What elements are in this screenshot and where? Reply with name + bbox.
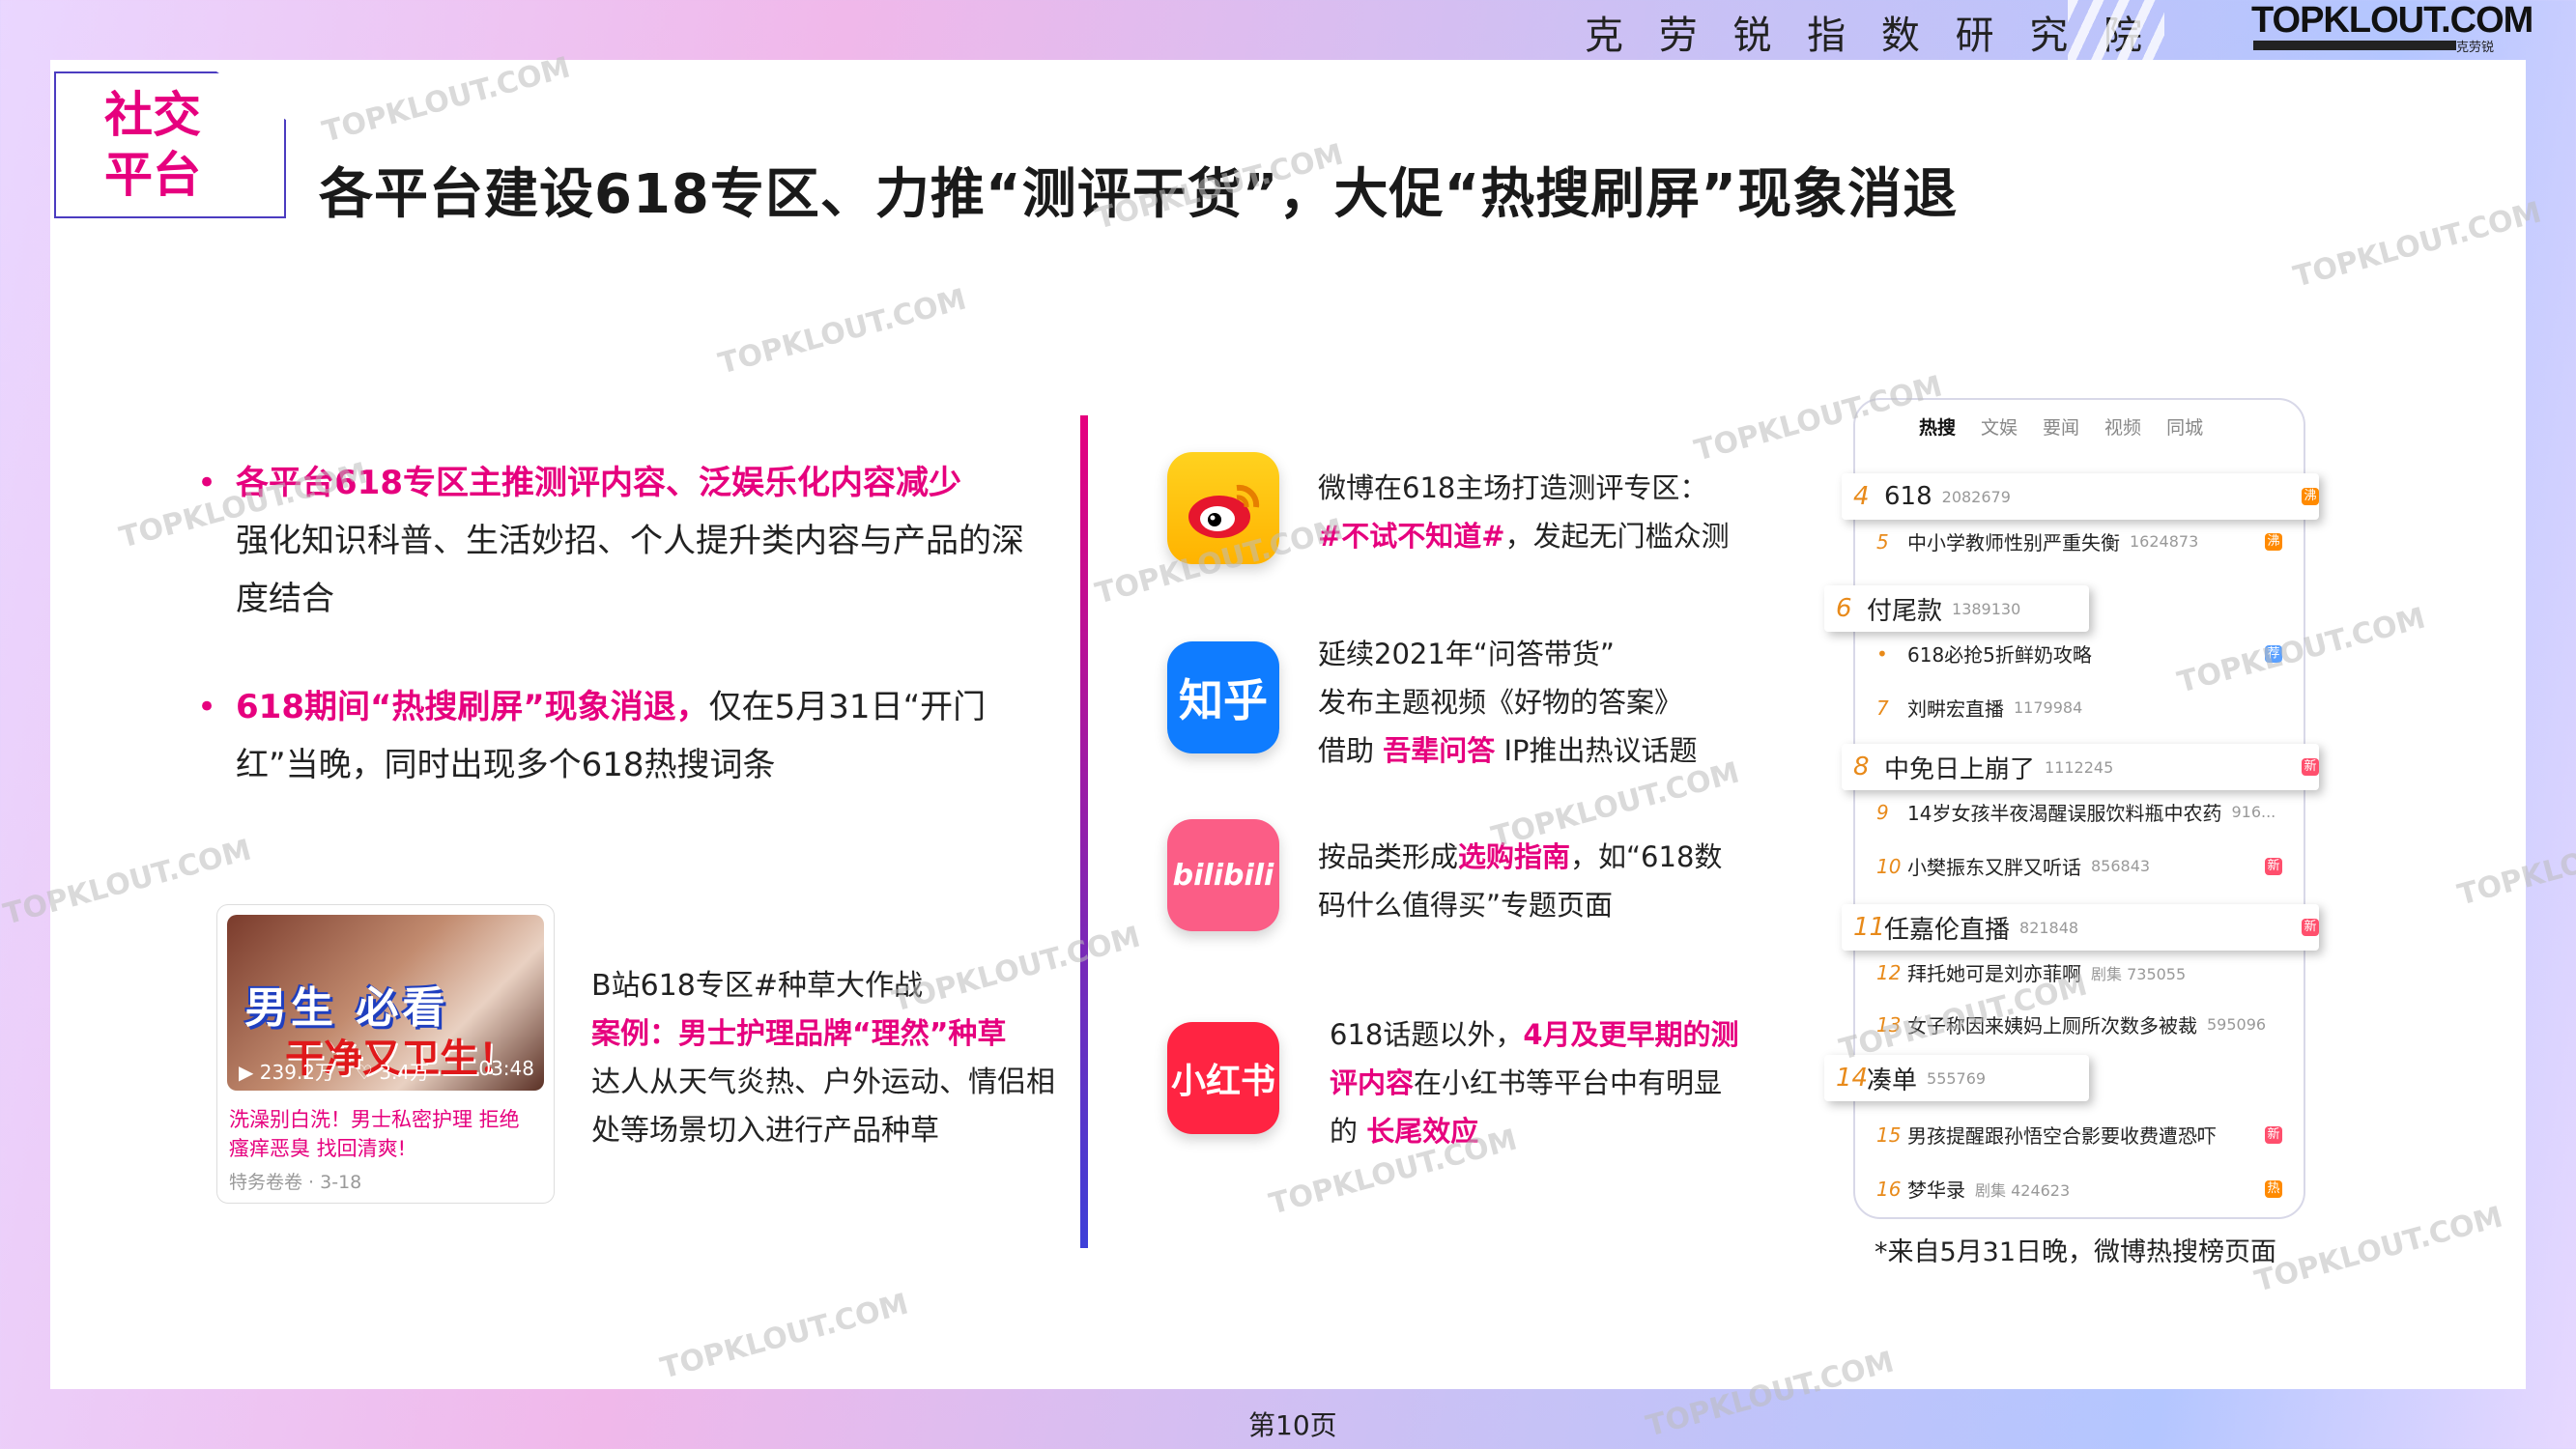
tab-video[interactable]: 视频 [2104,413,2141,440]
hot-search-title: 任嘉伦直播 [1884,915,2011,945]
hot-search-rank: 11 [1853,913,1886,942]
zhihu-icon: 知乎 [1167,641,1279,753]
video-title: 洗澡别白洗！男士私密护理 拒绝 [229,1108,520,1131]
hot-search-count: 595096 [2207,1015,2267,1034]
hot-search-rank: 10 [1876,854,1902,878]
hot-search-count: 剧集 424623 [1975,1180,2071,1200]
hot-search-rank: 9 [1876,800,1889,824]
hot-search-title: 中小学教师性别严重失衡 [1907,531,2120,554]
section-divider [1080,415,1088,1248]
hot-search-badge: 沸 [2302,488,2319,505]
hot-search-count: 2082679 [1941,487,2011,506]
hot-search-row[interactable]: 15 男孩提醒跟孙悟空合影要收费遭恐吓 新 [1876,1121,2282,1149]
section-tag-label: 社交 平台 [104,87,201,203]
hot-search-count: 剧集 735055 [2091,964,2187,983]
feed-source-note: *来自5月31日晚，微博热搜榜页面 [1875,1237,2277,1267]
bullet-highlight: 618期间“热搜刷屏”现象消退， [236,688,709,726]
brand-logo: TOPKLOUT.COM [2251,0,2533,41]
hot-search-rank: 12 [1876,960,1902,984]
hot-search-count: 1624873 [2130,532,2199,551]
video-author: 特务卷卷 · 3-18 [229,1172,362,1193]
bilibili-icon: bilibili [1167,819,1279,931]
tab-hot[interactable]: 热搜 [1919,413,1956,440]
hot-search-badge: 新 [2265,1125,2282,1144]
page-number: 第10页 [1248,1409,1337,1441]
hot-search-rank: 7 [1876,696,1889,720]
bullet-dot: • [197,688,217,726]
hot-search-title: 男孩提醒跟孙悟空合影要收费遭恐吓 [1907,1124,2217,1148]
hot-search-title: 小樊振东又胖又听话 [1907,856,2081,879]
hot-search-count: 821848 [2019,918,2079,937]
tab-news[interactable]: 要闻 [2043,413,2079,440]
hot-search-row[interactable]: 10 小樊振东又胖又听话 856843 新 [1876,852,2282,880]
hot-search-row[interactable]: 4 618 2082679 沸 [1842,473,2319,520]
hot-search-title: 14岁女孩半夜渴醒误服饮料瓶中农药 [1907,802,2222,825]
hot-search-count: 1112245 [2045,757,2114,777]
bullet-item: • 618期间“热搜刷屏”现象消退，仅在5月31日“开门红”当晚，同时出现多个6… [193,678,1044,794]
hot-search-title: 刘畊宏直播 [1907,697,2004,721]
tab-local[interactable]: 同城 [2166,413,2203,440]
hot-search-count: 1179984 [2014,698,2083,717]
hot-search-rank: • [1876,641,1888,666]
hot-search-badge: 新 [2302,758,2319,776]
zhihu-description: 延续2021年“问答带货” 发布主题视频《好物的答案》 借助 吾辈问答 IP推出… [1318,638,1698,767]
hot-search-badge: 新 [2302,919,2319,936]
hot-search-rank: 14 [1836,1064,1869,1093]
xiaohongshu-icon: 小红书 [1167,1022,1279,1134]
like-icon: ♡ 3.4万 [356,1061,430,1084]
hot-search-rank: 15 [1876,1122,1902,1147]
hot-search-count: 856843 [2091,857,2151,875]
hot-search-rank: 5 [1876,529,1889,554]
hot-search-rank: 4 [1853,482,1870,511]
bullet-text: 强化知识科普、生活妙招、个人提升类内容与产品的深度结合 [236,522,1024,618]
weibo-description: 微博在618主场打造测评专区： #不试不知道#，发起无门槛众测 [1318,471,1730,553]
hot-search-title: 618必抢5折鲜奶攻略 [1907,643,2092,667]
hot-search-count: 555769 [1927,1068,1987,1088]
hot-search-badge: 热 [2265,1179,2282,1198]
video-card[interactable]: 男生 必看 干净又卫生！ ▶ 239.2万 ♡ 3.4万 03:48 洗澡别白洗… [216,904,555,1204]
hot-search-row[interactable]: 11 任嘉伦直播 821848 新 [1842,904,2319,951]
hot-search-rank: 6 [1836,594,1852,623]
video-stats: ▶ 239.2万 ♡ 3.4万 03:48 [239,1057,534,1085]
decorative-stripes [2068,0,2164,60]
thumbnail-caption: 男生 必看 [244,983,449,1033]
video-duration: 03:48 [478,1057,534,1080]
hot-search-count: 1389130 [1952,599,2021,618]
hot-search-title: 付尾款 [1867,596,1943,626]
hot-search-row[interactable]: 6 付尾款 1389130 [1824,585,2089,632]
video-thumbnail[interactable]: 男生 必看 干净又卫生！ ▶ 239.2万 ♡ 3.4万 03:48 [227,915,544,1091]
hot-search-badge: 沸 [2265,532,2282,551]
hot-search-count: 916... [2231,803,2276,821]
hot-search-title: 618 [1884,482,1932,511]
feed-tabs: 热搜 文娱 要闻 视频 同城 [1919,413,2203,440]
play-icon: ▶ 239.2万 [239,1061,335,1084]
hot-search-row[interactable]: 16 梦华录 剧集 424623 热 [1876,1175,2282,1203]
hot-search-title: 中免日上崩了 [1884,754,2036,784]
hot-search-row[interactable]: 14 凑单 555769 [1824,1055,2089,1101]
logo-subtitle: 克劳锐 [2456,41,2495,55]
hot-search-title: 梦华录 [1907,1179,1965,1202]
hot-search-rank: 16 [1876,1177,1902,1201]
hot-search-title: 凑单 [1867,1065,1918,1095]
hot-search-row[interactable]: 8 中免日上崩了 1112245 新 [1842,744,2319,790]
header-bar [0,0,2576,60]
video-title-cont: 瘙痒恶臭 找回清爽! [229,1137,407,1160]
hot-search-badge: 新 [2265,857,2282,875]
logo-underline [2253,41,2456,50]
hot-search-row[interactable]: 7 刘畊宏直播 1179984 [1876,694,2282,722]
tab-entertainment[interactable]: 文娱 [1981,413,2018,440]
bullet-list: • 各平台618专区主推测评内容、泛娱乐化内容减少 强化知识科普、生活妙招、个人… [193,454,1044,844]
hot-search-row[interactable]: 5 中小学教师性别严重失衡 1624873 沸 [1876,527,2282,555]
hot-search-row[interactable]: 9 14岁女孩半夜渴醒误服饮料瓶中农药 916... [1876,798,2282,826]
hot-search-rank: 8 [1853,753,1870,781]
xiaohongshu-description: 618话题以外，4月及更早期的测 评内容在小红书等平台中有明显 的 长尾效应 [1330,1018,1739,1148]
